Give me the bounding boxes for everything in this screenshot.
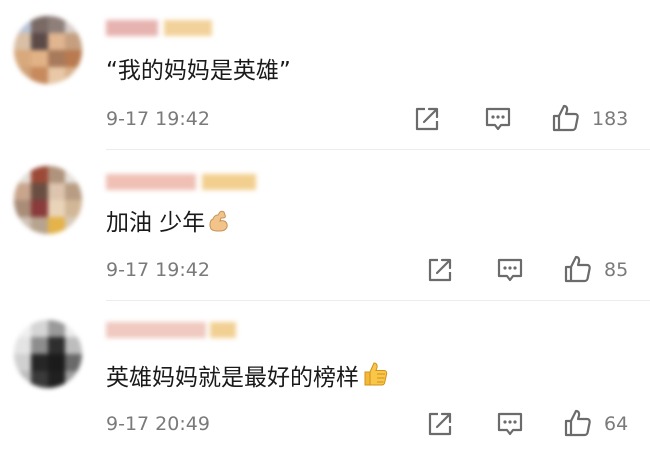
divider xyxy=(106,300,650,301)
comment-item: 加油 少年 9-17 19:42 85 xyxy=(0,150,650,301)
comment-icon xyxy=(497,412,523,436)
reply-button[interactable] xyxy=(495,409,525,439)
like-button[interactable] xyxy=(551,103,581,133)
flexed-biceps-icon xyxy=(207,209,231,241)
thumbs-up-emoji-icon xyxy=(361,360,389,396)
share-button[interactable] xyxy=(425,255,455,285)
like-count: 183 xyxy=(592,108,629,130)
comment-icon xyxy=(497,258,523,282)
username[interactable] xyxy=(106,318,236,342)
comment-icon xyxy=(485,107,511,131)
like-button[interactable] xyxy=(563,408,593,438)
comment-text: 加油 少年 xyxy=(106,208,231,241)
username[interactable] xyxy=(106,170,256,194)
like-count: 64 xyxy=(604,413,629,435)
comment-timestamp: 9-17 19:42 xyxy=(106,259,210,281)
comment-item: “我的妈妈是英雄” 9-17 19:42 183 xyxy=(0,0,650,150)
comment-item: 英雄妈妈就是最好的榜样 9-17 20:49 64 xyxy=(0,302,650,458)
comment-text: “我的妈妈是英雄” xyxy=(106,58,291,84)
comment-timestamp: 9-17 19:42 xyxy=(106,108,210,130)
thumbs-up-icon xyxy=(564,255,591,283)
share-icon xyxy=(428,412,452,436)
username[interactable] xyxy=(106,16,216,40)
reply-button[interactable] xyxy=(495,255,525,285)
like-count: 85 xyxy=(604,259,629,281)
thumbs-up-icon xyxy=(564,409,591,437)
like-button[interactable] xyxy=(563,254,593,284)
thumbs-up-icon xyxy=(552,104,579,132)
avatar[interactable] xyxy=(14,166,82,234)
share-icon xyxy=(415,107,439,131)
comment-timestamp: 9-17 20:49 xyxy=(106,413,210,435)
avatar[interactable] xyxy=(14,320,82,388)
share-button[interactable] xyxy=(425,409,455,439)
comment-text: 英雄妈妈就是最好的榜样 xyxy=(106,360,389,396)
reply-button[interactable] xyxy=(483,104,513,134)
avatar[interactable] xyxy=(14,16,82,84)
share-icon xyxy=(428,258,452,282)
share-button[interactable] xyxy=(412,104,442,134)
